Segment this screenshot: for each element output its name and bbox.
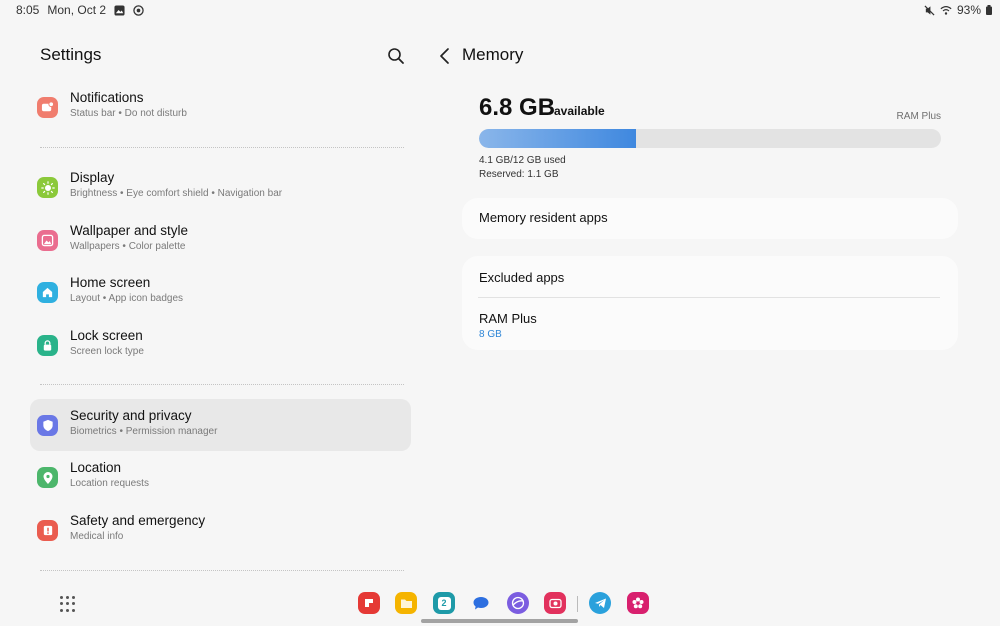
home-indicator[interactable] — [421, 619, 578, 623]
blossom-app-icon[interactable] — [627, 592, 649, 614]
calendar-day: 2 — [437, 596, 451, 610]
wallpaper-icon — [37, 230, 58, 251]
memory-usage-bar — [479, 129, 941, 148]
settings-item-title: Home screen — [70, 275, 151, 290]
calendar-app-icon[interactable]: 2 — [433, 592, 455, 614]
battery-icon — [986, 5, 992, 15]
taskbar: 2 — [0, 586, 1000, 626]
search-icon[interactable] — [386, 46, 406, 66]
status-date: Mon, Oct 2 — [47, 3, 107, 17]
settings-item-security[interactable]: Security and privacy Biometrics • Permis… — [30, 399, 411, 451]
gallery-notification-icon — [114, 4, 125, 16]
section-divider — [40, 384, 404, 385]
excluded-apps-item[interactable]: Excluded apps — [479, 270, 564, 285]
home-icon — [37, 282, 58, 303]
memory-resident-apps-label: Memory resident apps — [479, 210, 608, 225]
settings-item-wallpaper[interactable]: Wallpaper and style Wallpapers • Color p… — [30, 214, 411, 266]
back-arrow-icon[interactable] — [436, 46, 454, 66]
status-time: 8:05 — [16, 3, 40, 17]
dock-separator — [577, 596, 578, 612]
flipboard-app-icon[interactable] — [358, 592, 380, 614]
settings-item-title: Safety and emergency — [70, 513, 206, 528]
camera-app-icon[interactable] — [544, 592, 566, 614]
internet-app-icon[interactable] — [507, 592, 529, 614]
memory-resident-apps-card: Memory resident apps — [462, 198, 958, 239]
settings-item-location[interactable]: Location Location requests — [30, 451, 411, 503]
settings-item-title: Lock screen — [70, 328, 143, 343]
settings-item-notifications[interactable]: Notifications Status bar • Do not distur… — [30, 81, 411, 133]
settings-item-home-screen[interactable]: Home screen Layout • App icon badges — [30, 266, 411, 318]
memory-detail-pane: Memory 6.8 GB available RAM Plus 4.1 GB/… — [430, 20, 1000, 586]
excluded-apps-label: Excluded apps — [479, 270, 565, 285]
telegram-app-icon[interactable] — [589, 592, 611, 614]
memory-options-card: Excluded apps RAM Plus 8 GB — [462, 256, 958, 350]
ram-plus-value: 8 GB — [479, 329, 502, 340]
page-title: Memory — [462, 45, 524, 64]
ram-plus-item[interactable]: RAM Plus 8 GB — [479, 311, 537, 340]
memory-usage-fill — [479, 129, 637, 148]
settings-item-subtitle: Medical info — [70, 531, 124, 542]
shield-icon — [37, 415, 58, 436]
settings-item-subtitle: Location requests — [70, 478, 149, 489]
settings-item-title: Notifications — [70, 90, 144, 105]
location-icon — [37, 467, 58, 488]
wifi-icon — [940, 5, 952, 15]
memory-reserved-text: Reserved: 1.1 GB — [479, 169, 559, 180]
display-icon — [37, 177, 58, 198]
files-app-icon[interactable] — [395, 592, 417, 614]
page-title: Settings — [40, 45, 102, 64]
settings-item-subtitle: Brightness • Eye comfort shield • Naviga… — [70, 188, 283, 199]
notifications-icon — [37, 97, 58, 118]
settings-item-subtitle: Wallpapers • Color palette — [70, 241, 186, 252]
settings-item-title: Location — [70, 460, 122, 475]
lock-icon — [37, 335, 58, 356]
settings-item-title: Security and privacy — [70, 408, 192, 423]
status-bar: 8:05 Mon, Oct 2 93% — [0, 0, 1000, 20]
settings-item-subtitle: Status bar • Do not disturb — [70, 108, 187, 119]
apps-grid-icon[interactable] — [60, 596, 76, 612]
settings-item-subtitle: Screen lock type — [70, 346, 144, 357]
emergency-icon — [37, 520, 58, 541]
card-divider — [478, 297, 940, 298]
settings-item-subtitle: Biometrics • Permission manager — [70, 426, 218, 437]
section-divider — [40, 147, 404, 148]
battery-percentage: 93% — [956, 3, 981, 17]
settings-list-pane: Settings Notifications Status bar • Do n… — [0, 20, 430, 586]
memory-used-text: 4.1 GB/12 GB used — [479, 155, 566, 166]
memory-resident-apps-item[interactable]: Memory resident apps — [479, 210, 608, 225]
settings-item-lock-screen[interactable]: Lock screen Screen lock type — [30, 319, 411, 371]
settings-item-title: Display — [70, 170, 115, 185]
available-memory-label: available — [554, 104, 605, 118]
settings-item-subtitle: Layout • App icon badges — [70, 293, 184, 304]
mute-icon — [924, 4, 935, 16]
ram-plus-bar-label: RAM Plus — [896, 111, 941, 122]
available-memory-value: 6.8 GB — [479, 94, 556, 121]
section-divider — [40, 570, 404, 571]
ram-plus-title: RAM Plus — [479, 311, 537, 326]
messages-app-icon[interactable] — [470, 592, 492, 614]
settings-item-title: Wallpaper and style — [70, 223, 189, 238]
settings-item-safety[interactable]: Safety and emergency Medical info — [30, 504, 411, 556]
settings-item-display[interactable]: Display Brightness • Eye comfort shield … — [30, 161, 411, 213]
sync-notification-icon — [133, 4, 144, 16]
